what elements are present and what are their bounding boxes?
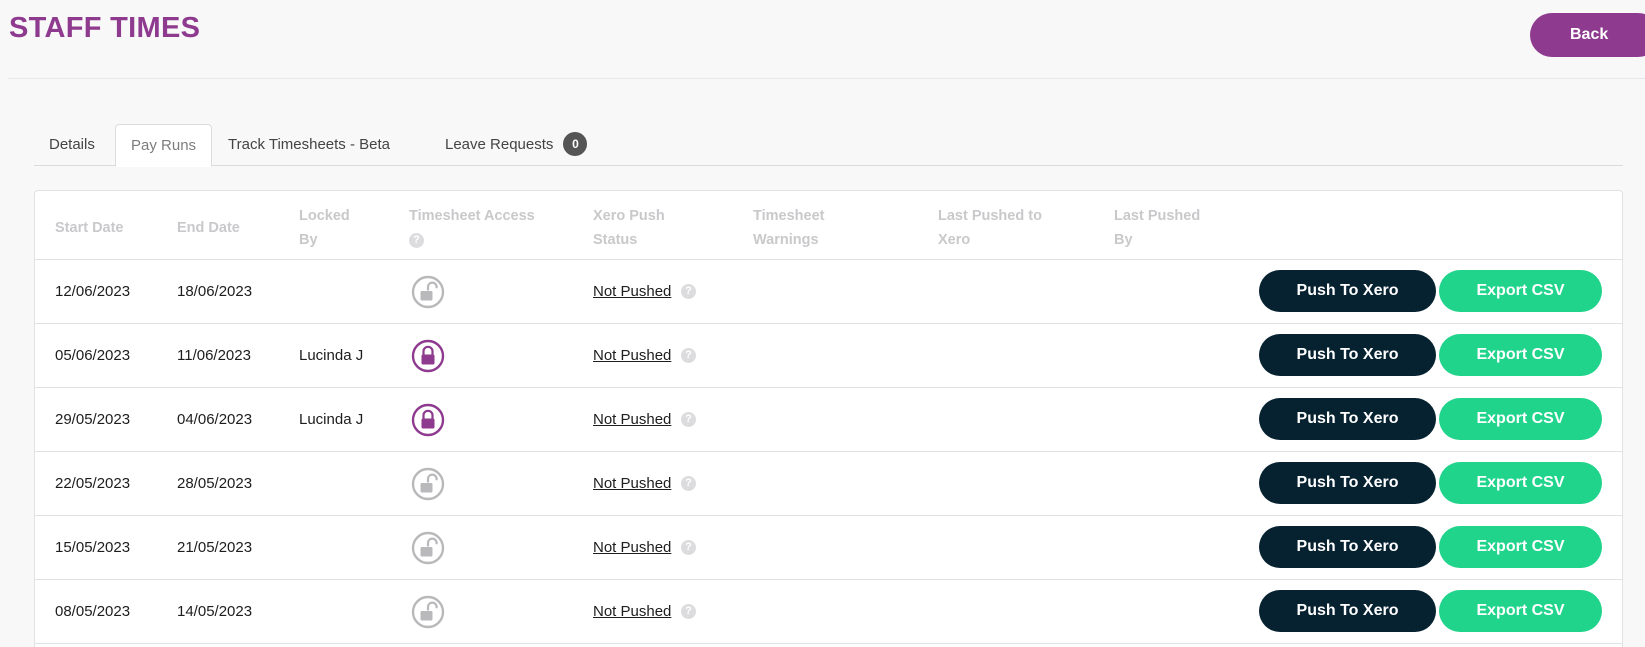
end-date: 28/05/2023 [177, 475, 253, 492]
table-row: 05/06/2023 11/06/2023 Lucinda J Not Push… [35, 324, 1622, 388]
table-row: 22/05/2023 28/05/2023 Not Pushed ? Push … [35, 452, 1622, 516]
push-to-xero-button[interactable]: Push To Xero [1259, 462, 1436, 504]
table-row: 29/05/2023 04/06/2023 Lucinda J Not Push… [35, 388, 1622, 452]
tab-leave-requests[interactable]: Leave Requests 0 [430, 124, 602, 166]
start-date: 05/06/2023 [55, 347, 131, 364]
help-icon[interactable]: ? [681, 284, 696, 299]
help-icon[interactable]: ? [681, 540, 696, 555]
start-date: 12/06/2023 [55, 283, 131, 300]
table-row: 08/05/2023 14/05/2023 Not Pushed ? Push … [35, 580, 1622, 644]
col-last-pushed-to-xero: Last Pushed to Xero [938, 208, 1042, 248]
tab-label: Leave Requests [445, 136, 554, 153]
export-csv-button[interactable]: Export CSV [1439, 270, 1602, 312]
xero-push-status[interactable]: Not Pushed [593, 324, 671, 388]
help-icon[interactable]: ? [681, 348, 696, 363]
col-timesheet-warnings: Timesheet Warnings [753, 208, 825, 248]
export-csv-button[interactable]: Export CSV [1439, 590, 1602, 632]
end-date: 18/06/2023 [177, 283, 253, 300]
col-locked-by: Locked By [299, 208, 350, 248]
table-header: Start Date End Date Locked By Timesheet A… [35, 191, 1622, 260]
tab-label: Track Timesheets - Beta [228, 136, 390, 153]
export-csv-button[interactable]: Export CSV [1439, 334, 1602, 376]
tab-track-timesheets[interactable]: Track Timesheets - Beta [213, 124, 405, 166]
col-xero-push-status: Xero Push Status [593, 208, 665, 248]
tab-details[interactable]: Details [34, 124, 110, 166]
tab-bar: Details Pay Runs Track Timesheets - Beta… [34, 124, 1623, 167]
xero-push-status[interactable]: Not Pushed [593, 260, 671, 324]
start-date: 15/05/2023 [55, 539, 131, 556]
start-date: 22/05/2023 [55, 475, 131, 492]
unlock-icon[interactable] [411, 531, 445, 565]
back-button[interactable]: Back [1530, 13, 1645, 57]
push-to-xero-button[interactable]: Push To Xero [1259, 270, 1436, 312]
help-icon[interactable]: ? [681, 604, 696, 619]
push-to-xero-button[interactable]: Push To Xero [1259, 398, 1436, 440]
page-title: STAFF TIMES [9, 12, 201, 44]
col-last-pushed-by: Last Pushed By [1114, 208, 1201, 248]
end-date: 21/05/2023 [177, 539, 253, 556]
push-to-xero-button[interactable]: Push To Xero [1259, 526, 1436, 568]
table-row: 15/05/2023 21/05/2023 Not Pushed ? Push … [35, 516, 1622, 580]
xero-push-status[interactable]: Not Pushed [593, 580, 671, 644]
end-date: 11/06/2023 [177, 347, 251, 364]
tab-label: Details [49, 136, 95, 153]
tab-label: Pay Runs [131, 137, 197, 154]
xero-push-status[interactable]: Not Pushed [593, 452, 671, 516]
end-date: 04/06/2023 [177, 411, 253, 428]
end-date: 14/05/2023 [177, 603, 253, 620]
table-body: 12/06/2023 18/06/2023 Not Pushed ? Push … [35, 260, 1622, 644]
locked-by: Lucinda J [299, 411, 364, 428]
table-row: 12/06/2023 18/06/2023 Not Pushed ? Push … [35, 260, 1622, 324]
help-icon[interactable]: ? [681, 412, 696, 427]
unlock-icon[interactable] [411, 275, 445, 309]
lock-icon[interactable] [411, 403, 445, 437]
start-date: 29/05/2023 [55, 411, 131, 428]
tab-pay-runs[interactable]: Pay Runs [115, 124, 213, 167]
lock-icon[interactable] [411, 339, 445, 373]
col-end-date: End Date [177, 220, 240, 236]
unlock-icon[interactable] [411, 595, 445, 629]
help-icon[interactable]: ? [409, 232, 424, 248]
col-timesheet-access: Timesheet Access ? [409, 208, 535, 248]
push-to-xero-button[interactable]: Push To Xero [1259, 334, 1436, 376]
export-csv-button[interactable]: Export CSV [1439, 462, 1602, 504]
export-csv-button[interactable]: Export CSV [1439, 526, 1602, 568]
start-date: 08/05/2023 [55, 603, 131, 620]
locked-by: Lucinda J [299, 347, 364, 364]
header-divider [8, 78, 1645, 79]
col-start-date: Start Date [55, 220, 124, 236]
leave-requests-badge: 0 [563, 132, 588, 157]
xero-push-status[interactable]: Not Pushed [593, 516, 671, 580]
xero-push-status[interactable]: Not Pushed [593, 388, 671, 452]
help-icon[interactable]: ? [681, 476, 696, 491]
export-csv-button[interactable]: Export CSV [1439, 398, 1602, 440]
pay-runs-table: Start Date End Date Locked By Timesheet A… [34, 190, 1623, 647]
push-to-xero-button[interactable]: Push To Xero [1259, 590, 1436, 632]
unlock-icon[interactable] [411, 467, 445, 501]
